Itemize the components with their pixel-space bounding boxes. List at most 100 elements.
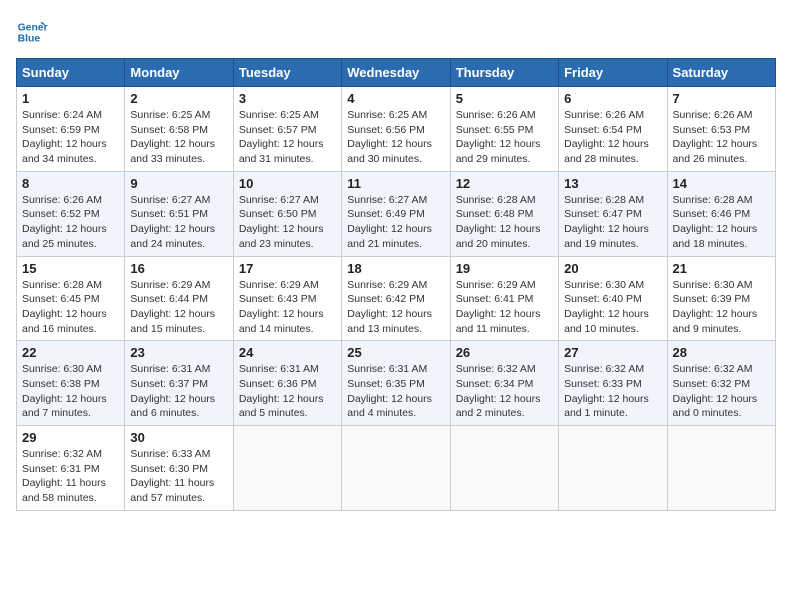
day-cell	[450, 426, 558, 511]
day-cell: 10 Sunrise: 6:27 AMSunset: 6:50 PMDaylig…	[233, 171, 341, 256]
day-cell: 13 Sunrise: 6:28 AMSunset: 6:47 PMDaylig…	[559, 171, 667, 256]
day-cell	[342, 426, 450, 511]
day-info: Sunrise: 6:28 AMSunset: 6:45 PMDaylight:…	[22, 279, 107, 335]
day-info: Sunrise: 6:32 AMSunset: 6:32 PMDaylight:…	[673, 363, 758, 419]
day-info: Sunrise: 6:27 AMSunset: 6:49 PMDaylight:…	[347, 194, 432, 250]
column-header-thursday: Thursday	[450, 59, 558, 87]
day-cell: 28 Sunrise: 6:32 AMSunset: 6:32 PMDaylig…	[667, 341, 775, 426]
day-info: Sunrise: 6:27 AMSunset: 6:51 PMDaylight:…	[130, 194, 215, 250]
day-number: 23	[130, 345, 227, 360]
week-row-3: 15 Sunrise: 6:28 AMSunset: 6:45 PMDaylig…	[17, 256, 776, 341]
column-header-monday: Monday	[125, 59, 233, 87]
day-info: Sunrise: 6:28 AMSunset: 6:48 PMDaylight:…	[456, 194, 541, 250]
day-number: 29	[22, 430, 119, 445]
day-cell: 19 Sunrise: 6:29 AMSunset: 6:41 PMDaylig…	[450, 256, 558, 341]
day-info: Sunrise: 6:26 AMSunset: 6:53 PMDaylight:…	[673, 109, 758, 165]
day-cell: 20 Sunrise: 6:30 AMSunset: 6:40 PMDaylig…	[559, 256, 667, 341]
calendar-table: SundayMondayTuesdayWednesdayThursdayFrid…	[16, 58, 776, 511]
day-info: Sunrise: 6:28 AMSunset: 6:46 PMDaylight:…	[673, 194, 758, 250]
day-info: Sunrise: 6:30 AMSunset: 6:39 PMDaylight:…	[673, 279, 758, 335]
day-info: Sunrise: 6:28 AMSunset: 6:47 PMDaylight:…	[564, 194, 649, 250]
day-number: 22	[22, 345, 119, 360]
day-number: 5	[456, 91, 553, 106]
day-number: 19	[456, 261, 553, 276]
day-cell: 9 Sunrise: 6:27 AMSunset: 6:51 PMDayligh…	[125, 171, 233, 256]
day-info: Sunrise: 6:25 AMSunset: 6:57 PMDaylight:…	[239, 109, 324, 165]
day-info: Sunrise: 6:26 AMSunset: 6:55 PMDaylight:…	[456, 109, 541, 165]
column-header-friday: Friday	[559, 59, 667, 87]
day-number: 6	[564, 91, 661, 106]
day-number: 18	[347, 261, 444, 276]
day-info: Sunrise: 6:31 AMSunset: 6:35 PMDaylight:…	[347, 363, 432, 419]
day-info: Sunrise: 6:29 AMSunset: 6:44 PMDaylight:…	[130, 279, 215, 335]
day-number: 14	[673, 176, 770, 191]
day-cell: 18 Sunrise: 6:29 AMSunset: 6:42 PMDaylig…	[342, 256, 450, 341]
day-cell: 1 Sunrise: 6:24 AMSunset: 6:59 PMDayligh…	[17, 87, 125, 172]
day-info: Sunrise: 6:30 AMSunset: 6:38 PMDaylight:…	[22, 363, 107, 419]
day-info: Sunrise: 6:26 AMSunset: 6:54 PMDaylight:…	[564, 109, 649, 165]
day-number: 24	[239, 345, 336, 360]
day-number: 11	[347, 176, 444, 191]
day-cell: 21 Sunrise: 6:30 AMSunset: 6:39 PMDaylig…	[667, 256, 775, 341]
day-cell: 23 Sunrise: 6:31 AMSunset: 6:37 PMDaylig…	[125, 341, 233, 426]
day-cell: 27 Sunrise: 6:32 AMSunset: 6:33 PMDaylig…	[559, 341, 667, 426]
day-number: 15	[22, 261, 119, 276]
week-row-4: 22 Sunrise: 6:30 AMSunset: 6:38 PMDaylig…	[17, 341, 776, 426]
column-header-tuesday: Tuesday	[233, 59, 341, 87]
day-info: Sunrise: 6:25 AMSunset: 6:56 PMDaylight:…	[347, 109, 432, 165]
day-info: Sunrise: 6:31 AMSunset: 6:37 PMDaylight:…	[130, 363, 215, 419]
day-info: Sunrise: 6:30 AMSunset: 6:40 PMDaylight:…	[564, 279, 649, 335]
day-number: 4	[347, 91, 444, 106]
day-cell	[667, 426, 775, 511]
day-number: 8	[22, 176, 119, 191]
day-cell: 29 Sunrise: 6:32 AMSunset: 6:31 PMDaylig…	[17, 426, 125, 511]
day-cell: 2 Sunrise: 6:25 AMSunset: 6:58 PMDayligh…	[125, 87, 233, 172]
day-cell: 6 Sunrise: 6:26 AMSunset: 6:54 PMDayligh…	[559, 87, 667, 172]
day-cell: 5 Sunrise: 6:26 AMSunset: 6:55 PMDayligh…	[450, 87, 558, 172]
day-number: 30	[130, 430, 227, 445]
day-cell: 30 Sunrise: 6:33 AMSunset: 6:30 PMDaylig…	[125, 426, 233, 511]
day-cell	[559, 426, 667, 511]
day-number: 9	[130, 176, 227, 191]
day-cell: 17 Sunrise: 6:29 AMSunset: 6:43 PMDaylig…	[233, 256, 341, 341]
day-number: 2	[130, 91, 227, 106]
day-info: Sunrise: 6:29 AMSunset: 6:41 PMDaylight:…	[456, 279, 541, 335]
day-info: Sunrise: 6:32 AMSunset: 6:31 PMDaylight:…	[22, 448, 106, 504]
page-header: General Blue	[16, 16, 776, 48]
day-number: 21	[673, 261, 770, 276]
week-row-5: 29 Sunrise: 6:32 AMSunset: 6:31 PMDaylig…	[17, 426, 776, 511]
day-cell: 3 Sunrise: 6:25 AMSunset: 6:57 PMDayligh…	[233, 87, 341, 172]
day-cell: 12 Sunrise: 6:28 AMSunset: 6:48 PMDaylig…	[450, 171, 558, 256]
week-row-2: 8 Sunrise: 6:26 AMSunset: 6:52 PMDayligh…	[17, 171, 776, 256]
day-cell: 26 Sunrise: 6:32 AMSunset: 6:34 PMDaylig…	[450, 341, 558, 426]
day-cell: 8 Sunrise: 6:26 AMSunset: 6:52 PMDayligh…	[17, 171, 125, 256]
day-cell: 11 Sunrise: 6:27 AMSunset: 6:49 PMDaylig…	[342, 171, 450, 256]
day-cell: 14 Sunrise: 6:28 AMSunset: 6:46 PMDaylig…	[667, 171, 775, 256]
column-header-wednesday: Wednesday	[342, 59, 450, 87]
column-header-saturday: Saturday	[667, 59, 775, 87]
day-info: Sunrise: 6:25 AMSunset: 6:58 PMDaylight:…	[130, 109, 215, 165]
svg-text:Blue: Blue	[18, 34, 41, 45]
day-cell	[233, 426, 341, 511]
day-info: Sunrise: 6:33 AMSunset: 6:30 PMDaylight:…	[130, 448, 214, 504]
day-number: 27	[564, 345, 661, 360]
logo: General Blue	[16, 16, 52, 48]
day-info: Sunrise: 6:31 AMSunset: 6:36 PMDaylight:…	[239, 363, 324, 419]
day-number: 7	[673, 91, 770, 106]
day-number: 17	[239, 261, 336, 276]
day-number: 28	[673, 345, 770, 360]
day-info: Sunrise: 6:32 AMSunset: 6:33 PMDaylight:…	[564, 363, 649, 419]
day-info: Sunrise: 6:26 AMSunset: 6:52 PMDaylight:…	[22, 194, 107, 250]
day-number: 20	[564, 261, 661, 276]
day-number: 26	[456, 345, 553, 360]
day-number: 12	[456, 176, 553, 191]
day-info: Sunrise: 6:29 AMSunset: 6:43 PMDaylight:…	[239, 279, 324, 335]
day-cell: 15 Sunrise: 6:28 AMSunset: 6:45 PMDaylig…	[17, 256, 125, 341]
day-number: 16	[130, 261, 227, 276]
day-info: Sunrise: 6:29 AMSunset: 6:42 PMDaylight:…	[347, 279, 432, 335]
day-number: 1	[22, 91, 119, 106]
week-row-1: 1 Sunrise: 6:24 AMSunset: 6:59 PMDayligh…	[17, 87, 776, 172]
day-cell: 24 Sunrise: 6:31 AMSunset: 6:36 PMDaylig…	[233, 341, 341, 426]
day-cell: 22 Sunrise: 6:30 AMSunset: 6:38 PMDaylig…	[17, 341, 125, 426]
day-cell: 4 Sunrise: 6:25 AMSunset: 6:56 PMDayligh…	[342, 87, 450, 172]
